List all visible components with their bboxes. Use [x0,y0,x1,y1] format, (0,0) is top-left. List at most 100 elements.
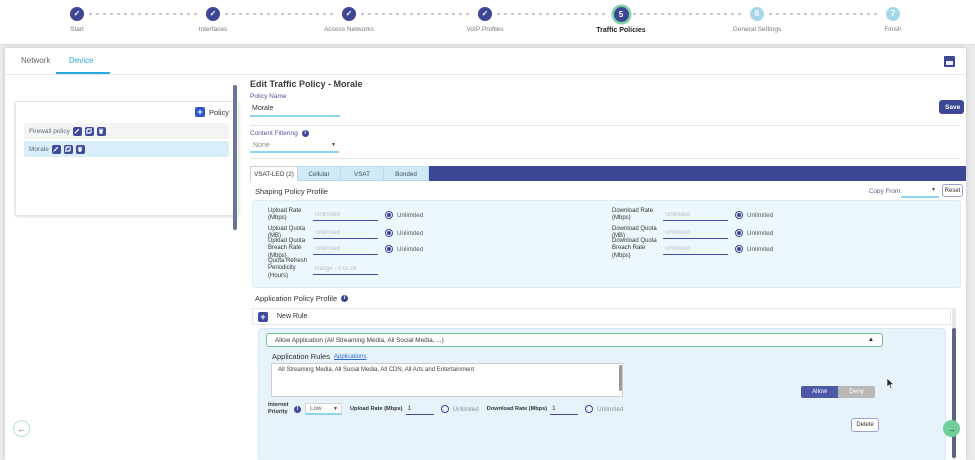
upload-rate-input[interactable] [313,209,378,221]
tab-cellular[interactable]: Cellular [298,166,341,181]
page-title: Edit Traffic Policy - Morale [250,79,363,89]
download-quota-unlimited-radio[interactable] [735,229,743,237]
expand-window-icon[interactable] [944,56,955,67]
textarea-scrollbar[interactable] [619,365,622,391]
copy-policy-icon[interactable] [64,145,73,154]
step-number: 5 [614,7,629,22]
rule-download-rate-label: Download Rate (Mbps) [487,406,547,413]
content-filtering-label: Content Filtering i [250,130,309,137]
back-button[interactable]: ← [13,420,30,437]
copy-from-select[interactable]: ▼ [901,184,939,198]
tab-vsat[interactable]: VSAT [341,166,384,181]
info-icon[interactable]: i [341,295,348,302]
stepper-step-start[interactable]: ✓ Start [17,7,137,33]
edit-policy-icon[interactable] [73,127,82,136]
rule-download-unlimited-radio[interactable] [585,405,593,413]
tab-device[interactable]: Device [69,56,93,65]
upload-rate-unlimited-radio[interactable] [385,211,393,219]
app-screen: ✓ Start ✓ Interfaces ✓ Access Networks ✓… [0,0,975,460]
upload-breach-unlimited-radio[interactable] [385,245,393,253]
add-policy-button[interactable]: + Policy [195,107,229,117]
rule-upload-rate-input[interactable] [406,404,434,415]
deny-button[interactable]: Deny [838,386,875,398]
rule-download-rate-input[interactable] [550,404,578,415]
info-icon[interactable]: i [294,406,301,413]
internet-priority-label: Internet Priority [268,402,290,415]
rules-scrollbar-thumb[interactable] [952,328,956,458]
delete-rule-button[interactable]: Delete [851,418,879,432]
divider [250,158,961,159]
network-device-tabs: Network Device [5,48,966,75]
info-icon[interactable]: i [302,130,309,137]
priority-select[interactable]: Low ▼ [305,403,342,415]
stepper-step-access-networks[interactable]: ✓ Access Networks [289,7,409,33]
rule-upload-rate-label: Upload Rate (Mbps) [350,406,403,413]
allow-deny-toggle: Allow Deny [801,386,875,398]
main-panel: Network Device + Policy Firewall policy [5,48,966,460]
check-icon: ✓ [206,7,220,21]
check-icon: ✓ [70,7,84,21]
upload-breach-rate-input[interactable] [313,243,378,255]
rule-rate-controls: Internet Priority i Low ▼ Upload Rate (M… [268,401,623,417]
policy-list-item-firewall[interactable]: Firewall policy [24,123,229,139]
download-breach-rate-input[interactable] [663,243,728,255]
content-scrollbar[interactable] [233,85,237,230]
tab-bonded[interactable]: Bonded [384,166,429,181]
collapse-triangle-icon: ▲ [868,337,874,343]
delete-policy-icon[interactable] [76,145,85,154]
save-button[interactable]: Save [939,100,964,114]
download-breach-unlimited-radio[interactable] [735,245,743,253]
caret-down-icon: ▼ [331,142,339,148]
reset-button[interactable]: Reset [942,184,963,197]
edit-policy-icon[interactable] [52,145,61,154]
upload-breach-rate-row: Upload Quota Breach Rate (Mbps) Unlimite… [268,241,423,257]
plus-icon: + [258,312,268,322]
step-number: 6 [750,7,764,21]
applications-link[interactable]: Applications [334,354,366,360]
delete-policy-icon[interactable] [97,127,106,136]
quota-refresh-row: Quota Refresh Periodicity (Hours) [268,261,378,277]
upload-quota-unlimited-radio[interactable] [385,229,393,237]
download-rate-unlimited-radio[interactable] [735,211,743,219]
quota-refresh-input[interactable] [313,263,378,275]
divider [250,125,961,126]
policy-list-item-morale[interactable]: Morale [24,141,229,157]
content-filtering-select[interactable]: None ▼ [250,139,339,153]
tab-strip-filler [429,166,966,181]
caret-down-icon: ▼ [931,187,939,193]
download-quota-input[interactable] [663,227,728,239]
upload-quota-input[interactable] [313,227,378,239]
copy-policy-icon[interactable] [85,127,94,136]
next-button[interactable]: → [943,420,960,437]
active-tab-underline [56,72,110,74]
copy-from-label: Copy From: [869,188,902,195]
rule-upload-unlimited-radio[interactable] [441,405,449,413]
stepper-step-finish[interactable]: 7 Finish [833,7,953,33]
wan-profile-tabs: VSAT-LEO (2) Cellular VSAT Bonded [250,166,966,181]
arrow-left-icon: ← [17,424,26,434]
check-icon: ✓ [342,7,356,21]
allow-button[interactable]: Allow [801,386,838,398]
download-breach-rate-row: Download Quota Breach Rate (Mbps) Unlimi… [612,241,773,257]
shaping-profile-title: Shaping Policy Profile [255,187,328,196]
application-profile-title: Application Policy Profile i [255,294,348,303]
application-rule-card: Allow Application (All Streaming Media, … [258,328,946,460]
tab-vsat-leo[interactable]: VSAT-LEO (2) [250,166,298,181]
application-rules-label: Application Rules [272,352,330,361]
rule-header-collapse[interactable]: Allow Application (All Streaming Media, … [266,333,883,347]
application-rules-textarea[interactable]: All Streaming Media, All Social Media, A… [271,363,623,397]
policy-name-label: Policy Name [250,93,286,100]
upload-rate-row: Upload Rate (Mbps) Unlimited [268,207,423,223]
step-number: 7 [886,7,900,21]
stepper-step-general-settings[interactable]: 6 General Settings [697,7,817,33]
tab-network[interactable]: Network [21,56,50,65]
policy-name-input[interactable] [250,102,340,117]
wizard-stepper: ✓ Start ✓ Interfaces ✓ Access Networks ✓… [0,0,975,45]
new-rule-button[interactable]: + New Rule [252,308,951,325]
stepper-step-interfaces[interactable]: ✓ Interfaces [153,7,273,33]
stepper-step-traffic-policies[interactable]: 5 Traffic Policies [561,7,681,34]
mouse-cursor [886,377,895,395]
check-icon: ✓ [478,7,492,21]
download-rate-input[interactable] [663,209,728,221]
stepper-step-voip-profiles[interactable]: ✓ VoIP Profiles [425,7,545,33]
